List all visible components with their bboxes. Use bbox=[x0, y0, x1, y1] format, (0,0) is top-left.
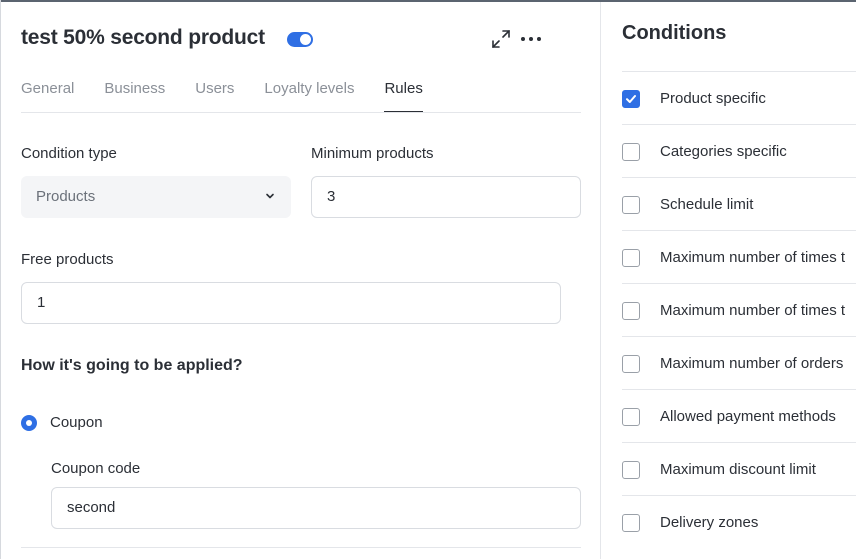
condition-checkbox[interactable] bbox=[622, 302, 640, 320]
condition-row[interactable]: Categories specific bbox=[622, 124, 856, 177]
tab-bar: General Business Users Loyalty levels Ru… bbox=[21, 79, 453, 113]
condition-label: Maximum number of times t bbox=[660, 302, 846, 319]
conditions-title: Conditions bbox=[622, 22, 727, 44]
condition-label: Allowed payment methods bbox=[660, 408, 836, 425]
condition-label: Maximum discount limit bbox=[660, 461, 816, 478]
enabled-toggle[interactable] bbox=[287, 32, 313, 47]
condition-row[interactable]: Maximum number of orders bbox=[622, 336, 856, 389]
coupon-code-label: Coupon code bbox=[51, 460, 141, 477]
chevron-down-icon bbox=[266, 193, 274, 199]
promotion-title: test 50% second product bbox=[21, 26, 265, 49]
condition-type-select[interactable]: Products bbox=[21, 176, 291, 218]
tab-business[interactable]: Business bbox=[104, 79, 165, 113]
condition-label: Product specific bbox=[660, 90, 766, 107]
tab-general[interactable]: General bbox=[21, 79, 74, 113]
more-horizontal-icon[interactable] bbox=[521, 32, 541, 46]
condition-checkbox[interactable] bbox=[622, 249, 640, 267]
conditions-panel: Conditions Product specific Categories sp… bbox=[602, 2, 856, 559]
condition-checkbox[interactable] bbox=[622, 514, 640, 532]
coupon-radio[interactable] bbox=[21, 415, 37, 431]
condition-checkbox[interactable] bbox=[622, 143, 640, 161]
minimum-products-input[interactable]: 3 bbox=[311, 176, 581, 218]
tab-users[interactable]: Users bbox=[195, 79, 234, 113]
application-section-title: How it's going to be applied? bbox=[21, 357, 243, 374]
condition-label: Maximum number of orders bbox=[660, 355, 844, 372]
minimum-products-label: Minimum products bbox=[311, 145, 434, 162]
tab-loyalty-levels[interactable]: Loyalty levels bbox=[264, 79, 354, 113]
condition-row[interactable]: Maximum number of times t bbox=[622, 230, 856, 283]
condition-label: Categories specific bbox=[660, 143, 787, 160]
condition-label: Schedule limit bbox=[660, 196, 754, 213]
check-icon bbox=[626, 95, 636, 103]
condition-label: Delivery zones bbox=[660, 514, 759, 531]
condition-checkbox[interactable] bbox=[622, 408, 640, 426]
condition-row[interactable]: Schedule limit bbox=[622, 177, 856, 230]
condition-checkbox[interactable] bbox=[622, 461, 640, 479]
expand-icon[interactable] bbox=[490, 28, 512, 50]
toggle-knob bbox=[300, 34, 311, 45]
coupon-code-input[interactable]: second bbox=[51, 487, 581, 529]
tabs-divider bbox=[21, 112, 581, 113]
condition-row[interactable]: Product specific bbox=[622, 71, 856, 124]
condition-checkbox[interactable] bbox=[622, 355, 640, 373]
condition-type-label: Condition type bbox=[21, 145, 117, 162]
free-products-input[interactable]: 1 bbox=[21, 282, 561, 324]
coupon-option-label[interactable]: Coupon bbox=[50, 414, 103, 431]
condition-checkbox[interactable] bbox=[622, 90, 640, 108]
condition-row[interactable]: Maximum discount limit bbox=[622, 442, 856, 495]
section-divider bbox=[21, 547, 581, 548]
condition-label: Maximum number of times t bbox=[660, 249, 846, 266]
free-products-label: Free products bbox=[21, 251, 114, 268]
tab-rules[interactable]: Rules bbox=[384, 79, 423, 113]
condition-row[interactable]: Maximum number of times t bbox=[622, 283, 856, 336]
condition-type-value: Products bbox=[36, 188, 96, 205]
condition-row[interactable]: Allowed payment methods bbox=[622, 389, 856, 442]
condition-checkbox[interactable] bbox=[622, 196, 640, 214]
condition-row[interactable]: Delivery zones bbox=[622, 495, 856, 548]
promotion-editor-panel: test 50% second product General Business… bbox=[0, 2, 601, 559]
